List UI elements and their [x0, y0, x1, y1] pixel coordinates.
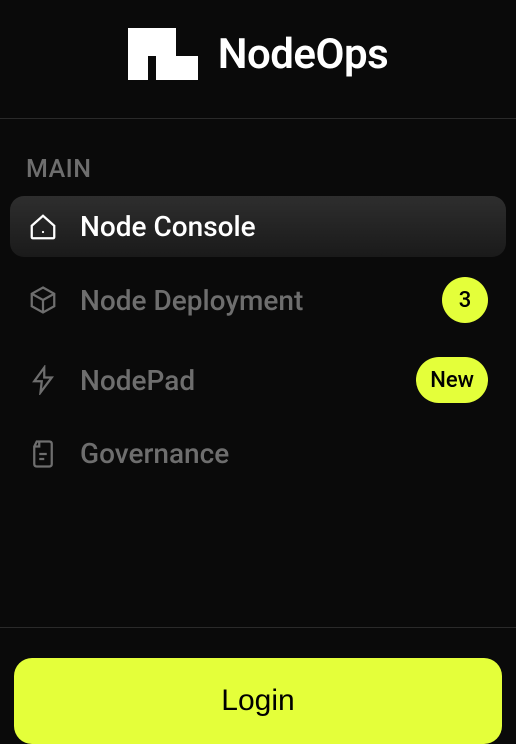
home-icon	[28, 212, 58, 242]
nav-label: Node Deployment	[80, 284, 442, 317]
bolt-icon	[28, 365, 58, 395]
app-header: NodeOps	[0, 0, 516, 119]
count-badge: 3	[442, 277, 488, 323]
login-button[interactable]: Login	[14, 658, 502, 744]
document-icon	[28, 439, 58, 469]
nav-item-governance[interactable]: Governance	[10, 423, 506, 484]
brand-name: NodeOps	[218, 30, 388, 79]
nav-item-node-deployment[interactable]: Node Deployment 3	[10, 263, 506, 337]
section-label-main: MAIN	[0, 119, 516, 196]
logo-icon	[128, 28, 198, 80]
main-nav: Node Console Node Deployment 3 NodePad N…	[0, 196, 516, 627]
nav-label: Node Console	[80, 210, 488, 243]
nav-label: NodePad	[80, 364, 416, 397]
nav-item-node-console[interactable]: Node Console	[10, 196, 506, 257]
nav-label: Governance	[80, 437, 488, 470]
cube-icon	[28, 285, 58, 315]
new-badge: New	[416, 357, 488, 403]
nav-item-nodepad[interactable]: NodePad New	[10, 343, 506, 417]
footer: Login	[0, 627, 516, 744]
